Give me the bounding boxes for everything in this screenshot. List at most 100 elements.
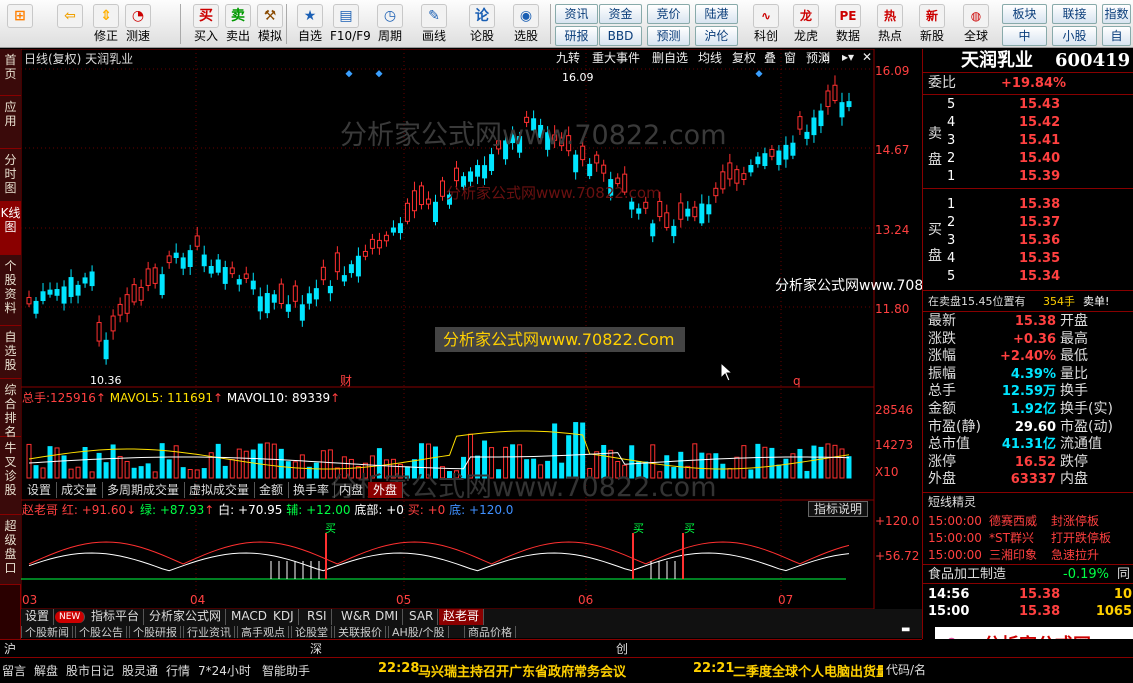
minimize-panel-icon[interactable]: ▬: [901, 626, 910, 635]
bottom-tab-6[interactable]: RSI: [303, 609, 332, 625]
right-quick-button-2[interactable]: 指数: [1102, 4, 1131, 24]
right-quick-button-0[interactable]: 板块: [1002, 4, 1047, 24]
status-item-1[interactable]: 解盘: [34, 662, 58, 679]
bottom-tab-8[interactable]: DMI: [371, 609, 404, 625]
toolbar-button-2[interactable]: ⇕ 修正: [90, 2, 122, 46]
toolbar-right-button-0[interactable]: ∿ 科创: [748, 2, 784, 46]
left-tab-6[interactable]: 综合排名: [0, 379, 21, 439]
left-tab-1[interactable]: 应用: [0, 96, 21, 149]
sell-row[interactable]: 1 15.39: [923, 168, 1133, 185]
status-item-0[interactable]: 留言: [2, 662, 26, 679]
vol-tab-4[interactable]: 金额: [254, 482, 290, 498]
news-tab-1[interactable]: 个股公告: [75, 626, 127, 638]
toolbar-button-1[interactable]: ⇦: [54, 2, 86, 46]
vol-tab-7[interactable]: 外盘: [368, 482, 404, 498]
sprite-row[interactable]: 15:00:00 三湘印象 急速拉升: [923, 547, 1133, 564]
vol-tab-3[interactable]: 虚拟成交量: [184, 482, 256, 498]
buy-row[interactable]: 4 15.35: [923, 250, 1133, 267]
chart-menu-item-1[interactable]: 重大事件: [592, 51, 640, 65]
bottom-tab-9[interactable]: SAR: [405, 609, 439, 625]
toolbar-right-button-2[interactable]: PE 数据: [830, 2, 866, 46]
toolbar-button-4[interactable]: 买买入: [190, 2, 222, 46]
news-tab-8[interactable]: 商品价格: [464, 626, 516, 638]
bottom-tab-7[interactable]: W&R: [337, 609, 376, 625]
toolbar-button-10[interactable]: ✎ 画线: [418, 2, 450, 46]
toolbar-button-12[interactable]: ◉ 选股: [510, 2, 542, 46]
toolbar-button-5[interactable]: 卖卖出: [222, 2, 254, 46]
quick-button-3[interactable]: 陆港: [695, 4, 738, 24]
finance-marker[interactable]: 财: [340, 374, 352, 388]
sell-row[interactable]: 3 15.41: [923, 132, 1133, 149]
sell-row[interactable]: 2 15.40: [923, 150, 1133, 167]
big-order-notice[interactable]: 在卖盘15.45位置有 354手 卖单!: [923, 293, 1133, 310]
bottom-tab-5[interactable]: KDJ: [269, 609, 299, 625]
bottom-tab-3[interactable]: 分析家公式网: [145, 609, 227, 625]
bottom-tab-2[interactable]: 指标平台: [87, 609, 145, 625]
vol-tab-0[interactable]: 设置: [22, 482, 58, 498]
index-sh[interactable]: 沪: [4, 642, 16, 656]
status-item-5[interactable]: 7*24小时: [198, 662, 251, 679]
right-quick-button-4[interactable]: 小股: [1052, 26, 1097, 46]
left-tab-2[interactable]: 分时图: [0, 149, 21, 202]
status-item-2[interactable]: 股市日记: [66, 662, 114, 679]
right-quick-button-1[interactable]: 联接: [1052, 4, 1097, 24]
toolbar-button-0[interactable]: ⊞: [4, 2, 36, 46]
news-headline-2[interactable]: 二季度全球个人电脑出货量: [733, 661, 883, 680]
chart-menu-item-0[interactable]: 九转: [556, 51, 580, 65]
sell-row[interactable]: 5 15.43: [923, 96, 1133, 113]
industry-row[interactable]: 食品加工制造 -0.19% 同: [923, 566, 1133, 583]
left-tab-7[interactable]: 牛叉诊股: [0, 437, 21, 515]
left-tab-0[interactable]: 首页: [0, 49, 21, 96]
left-tab-4[interactable]: 个股资料: [0, 255, 21, 326]
buy-row[interactable]: 2 15.37: [923, 214, 1133, 231]
quick-button-7[interactable]: 沪伦: [695, 26, 738, 46]
news-tab-5[interactable]: 论股堂: [291, 626, 332, 638]
toolbar-button-7[interactable]: ★ 自选: [294, 2, 326, 46]
news-headline-1[interactable]: 马兴瑞主持召开广东省政府常务会议: [418, 661, 626, 680]
right-quick-button-5[interactable]: 自: [1102, 26, 1131, 46]
close-chart-icon[interactable]: ✕: [862, 50, 872, 64]
index-cy[interactable]: 创: [616, 642, 628, 656]
toolbar-button-3[interactable]: ◔ 测速: [122, 2, 154, 46]
quick-button-6[interactable]: 预测: [647, 26, 690, 46]
quick-button-0[interactable]: 资讯: [555, 4, 598, 24]
buy-row[interactable]: 3 15.36: [923, 232, 1133, 249]
buy-row[interactable]: 1 15.38: [923, 196, 1133, 213]
vol-tab-1[interactable]: 成交量: [56, 482, 104, 498]
toolbar-button-8[interactable]: ▤ F10/F9: [330, 2, 371, 46]
vol-tab-5[interactable]: 换手率: [288, 482, 336, 498]
sprite-row[interactable]: 15:00:00 德赛西威 封涨停板: [923, 513, 1133, 530]
sell-row[interactable]: 4 15.42: [923, 114, 1133, 131]
chart-menu-item-2[interactable]: 删自选: [652, 51, 688, 65]
lock-icon[interactable]: ⌂: [822, 50, 830, 64]
status-item-3[interactable]: 股灵通: [122, 662, 158, 679]
toolbar-right-button-1[interactable]: 龙龙虎: [788, 2, 824, 46]
dropdown-arrow-icon[interactable]: ▸▾: [842, 50, 854, 64]
quick-button-4[interactable]: 研报: [555, 26, 598, 46]
toolbar-right-button-3[interactable]: 热热点: [872, 2, 908, 46]
news-tab-7[interactable]: AH股/个股: [388, 626, 449, 638]
toolbar-right-button-5[interactable]: ◍ 全球: [958, 2, 994, 46]
left-tab-8[interactable]: 超级盘口: [0, 515, 21, 585]
left-tab-5[interactable]: 自选股: [0, 326, 21, 379]
right-quick-button-3[interactable]: 中: [1002, 26, 1047, 46]
quick-button-2[interactable]: 竞价: [647, 4, 690, 24]
vol-tab-2[interactable]: 多周期成交量: [102, 482, 186, 498]
chart-menu-item-4[interactable]: 复权: [732, 51, 756, 65]
q-marker[interactable]: q: [793, 374, 801, 388]
index-sz[interactable]: 深: [310, 642, 322, 656]
bottom-tab-1[interactable]: NEW: [55, 611, 86, 623]
news-tab-6[interactable]: 关联报价: [334, 626, 386, 638]
news-tab-3[interactable]: 行业资讯: [183, 626, 235, 638]
quick-button-5[interactable]: BBD: [599, 26, 642, 46]
toolbar-button-9[interactable]: ◷ 周期: [374, 2, 406, 46]
bottom-tab-10[interactable]: 赵老哥: [439, 609, 485, 625]
news-tab-0[interactable]: 个股新闻: [21, 626, 73, 638]
chart-menu-item-5[interactable]: 叠: [764, 51, 776, 65]
toolbar-right-button-4[interactable]: 新新股: [914, 2, 950, 46]
bottom-tab-0[interactable]: 设置: [21, 609, 55, 625]
toolbar-button-11[interactable]: 论论股: [466, 2, 498, 46]
chart-menu-item-3[interactable]: 均线: [698, 51, 722, 65]
indicator-help-button[interactable]: 指标说明: [808, 501, 868, 517]
vol-tab-6[interactable]: 内盘: [334, 482, 370, 498]
